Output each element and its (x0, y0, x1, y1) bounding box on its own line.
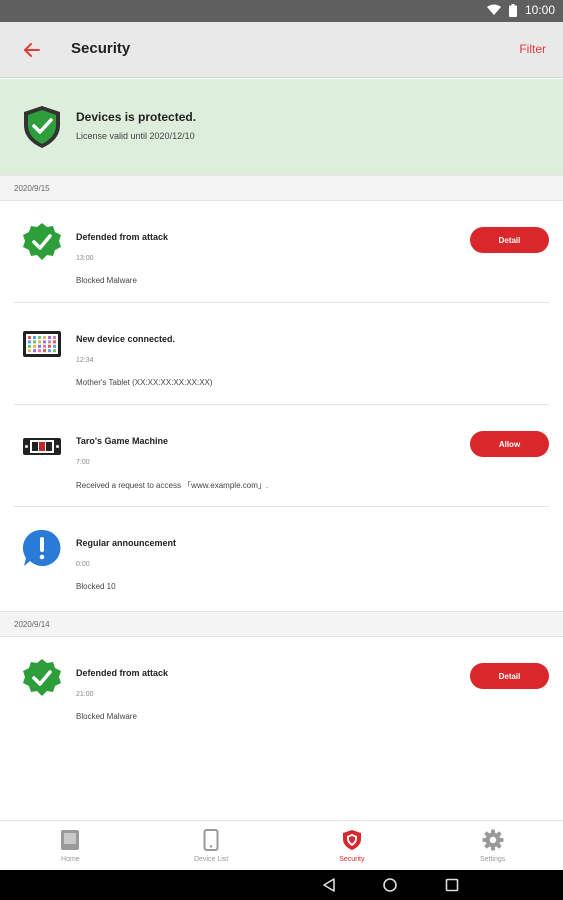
nav-tab-home[interactable]: Home (0, 821, 141, 870)
system-home-icon[interactable] (383, 878, 397, 892)
item-title: Regular announcement (76, 538, 177, 548)
page-title: Security (71, 40, 131, 57)
allow-button[interactable]: Allow (470, 431, 549, 457)
protection-status-title: Devices is protected. (76, 110, 197, 124)
app-bar: Security Filter (0, 22, 563, 78)
detail-button[interactable]: Detail (470, 227, 549, 253)
nav-tab-security[interactable]: Security (282, 821, 423, 870)
divider (14, 302, 549, 303)
item-title: New device connected. (76, 334, 176, 344)
date-header: 2020/9/14 (0, 611, 563, 637)
check-badge-icon (23, 659, 61, 696)
protected-shield-icon (24, 106, 60, 148)
item-description: Received a request to access 「www.exampl… (76, 481, 269, 490)
nav-tab-settings[interactable]: Settings (422, 821, 563, 870)
status-bar: 10:00 (0, 0, 563, 22)
nav-label: Home (61, 856, 80, 863)
nav-tab-device-list[interactable]: Device List (141, 821, 282, 870)
detail-button[interactable]: Detail (470, 663, 549, 689)
divider (14, 404, 549, 405)
security-shield-icon (342, 830, 361, 850)
battery-icon (508, 3, 517, 17)
game-machine-icon (23, 438, 61, 455)
date-header: 2020/9/15 (0, 175, 563, 201)
home-icon (61, 830, 80, 850)
divider (14, 506, 549, 507)
check-badge-icon (23, 223, 61, 260)
back-arrow-icon (24, 43, 40, 57)
list-item[interactable]: New device connected. 12:34 Mother's Tab… (0, 304, 563, 405)
list-item[interactable]: Defended from attack 13:00 Blocked Malwa… (0, 202, 563, 303)
system-recents-icon[interactable] (445, 878, 459, 892)
status-icons: 10:00 (486, 3, 555, 17)
tablet-icon (23, 331, 61, 357)
item-time: 13:00 (76, 255, 94, 262)
wifi-icon (486, 4, 501, 15)
nav-label: Settings (479, 856, 506, 863)
item-title: Taro's Game Machine (76, 436, 169, 446)
list-item[interactable]: Regular announcement 0:00 Blocked 10 (0, 508, 563, 609)
item-description: Blocked Malware (76, 276, 137, 285)
nav-label: Security (339, 856, 365, 863)
settings-gear-icon (482, 829, 504, 851)
item-title: Defended from attack (76, 232, 169, 242)
filter-button[interactable]: Filter (519, 42, 546, 56)
system-navigation-bar (0, 870, 563, 900)
group-date: 2020/9/15 (14, 184, 50, 193)
item-description: Blocked 10 (76, 582, 116, 591)
group-date: 2020/9/14 (14, 620, 50, 629)
device-list-icon (203, 829, 219, 851)
item-time: 21:00 (76, 691, 94, 698)
list-item[interactable]: Taro's Game Machine 7:00 Received a requ… (0, 406, 563, 507)
clock: 10:00 (524, 3, 555, 17)
item-time: 0:00 (76, 561, 90, 568)
bottom-navigation: Home Device List Security Settings (0, 820, 563, 870)
item-time: 7:00 (76, 459, 90, 466)
announcement-icon (22, 529, 61, 566)
item-description: Mother's Tablet (XX:XX:XX:XX:XX:XX) (76, 378, 213, 387)
protection-banner: Devices is protected. License valid unti… (0, 79, 563, 175)
list-item[interactable]: Defended from attack 21:00 Blocked Malwa… (0, 638, 563, 739)
system-back-icon[interactable] (322, 878, 336, 892)
item-title: Defended from attack (76, 668, 169, 678)
item-time: 12:34 (76, 357, 94, 364)
item-description: Blocked Malware (76, 712, 137, 721)
license-validity: License valid until 2020/12/10 (76, 131, 195, 141)
nav-label: Device List (194, 856, 229, 863)
back-button[interactable] (18, 36, 46, 64)
